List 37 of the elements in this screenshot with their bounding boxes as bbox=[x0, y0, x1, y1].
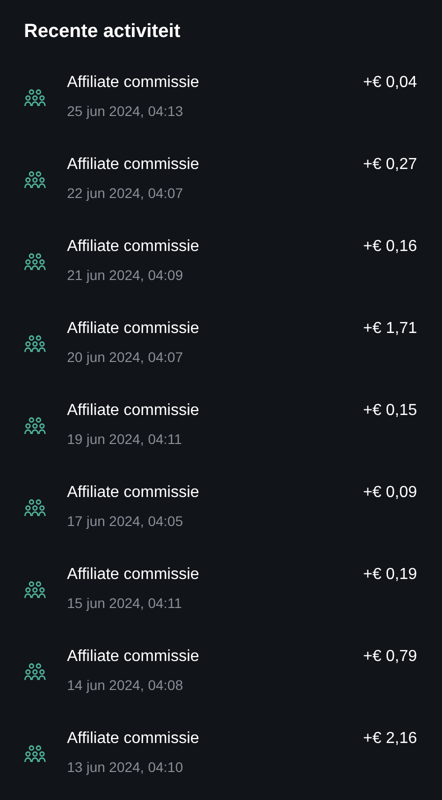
activity-date: 21 jun 2024, 04:09 bbox=[67, 266, 184, 285]
activity-date: 14 jun 2024, 04:08 bbox=[67, 676, 184, 695]
activity-date: 20 jun 2024, 04:07 bbox=[67, 348, 184, 367]
activity-label: Affiliate commissie bbox=[67, 483, 200, 503]
activity-label: Affiliate commissie bbox=[67, 319, 200, 339]
people-group-icon bbox=[24, 253, 46, 271]
people-group-icon bbox=[24, 499, 46, 517]
activity-date: 19 jun 2024, 04:11 bbox=[67, 430, 183, 449]
people-group-icon bbox=[24, 335, 46, 353]
activity-amount: +€ 1,71 bbox=[363, 319, 417, 339]
people-group-icon bbox=[24, 745, 46, 763]
activity-label: Affiliate commissie bbox=[67, 155, 200, 175]
activity-label: Affiliate commissie bbox=[67, 647, 200, 667]
activity-date: 17 jun 2024, 04:05 bbox=[67, 512, 184, 531]
activity-amount: +€ 2,16 bbox=[363, 729, 417, 749]
activity-amount: +€ 0,04 bbox=[363, 73, 417, 93]
activity-amount: +€ 0,15 bbox=[363, 401, 417, 421]
activity-label: Affiliate commissie bbox=[67, 73, 200, 93]
people-group-icon bbox=[24, 171, 46, 189]
activity-label: Affiliate commissie bbox=[67, 401, 200, 421]
people-group-icon bbox=[24, 581, 46, 599]
activity-amount: +€ 0,19 bbox=[363, 565, 417, 585]
activity-amount: +€ 0,27 bbox=[363, 155, 417, 175]
activity-amount: +€ 0,16 bbox=[363, 237, 417, 257]
people-group-icon bbox=[24, 89, 46, 107]
activity-label: Affiliate commissie bbox=[67, 729, 200, 749]
activity-date: 22 jun 2024, 04:07 bbox=[67, 184, 184, 203]
activity-date: 13 jun 2024, 04:10 bbox=[67, 758, 184, 777]
activity-label: Affiliate commissie bbox=[67, 237, 200, 257]
people-group-icon bbox=[24, 417, 46, 435]
activity-amount: +€ 0,09 bbox=[363, 483, 417, 503]
section-title: Recente activiteit bbox=[24, 20, 182, 44]
activity-date: 25 jun 2024, 04:13 bbox=[67, 102, 184, 121]
activity-date: 15 jun 2024, 04:11 bbox=[67, 594, 183, 613]
activity-label: Affiliate commissie bbox=[67, 565, 200, 585]
activity-amount: +€ 0,79 bbox=[363, 647, 417, 667]
people-group-icon bbox=[24, 663, 46, 681]
